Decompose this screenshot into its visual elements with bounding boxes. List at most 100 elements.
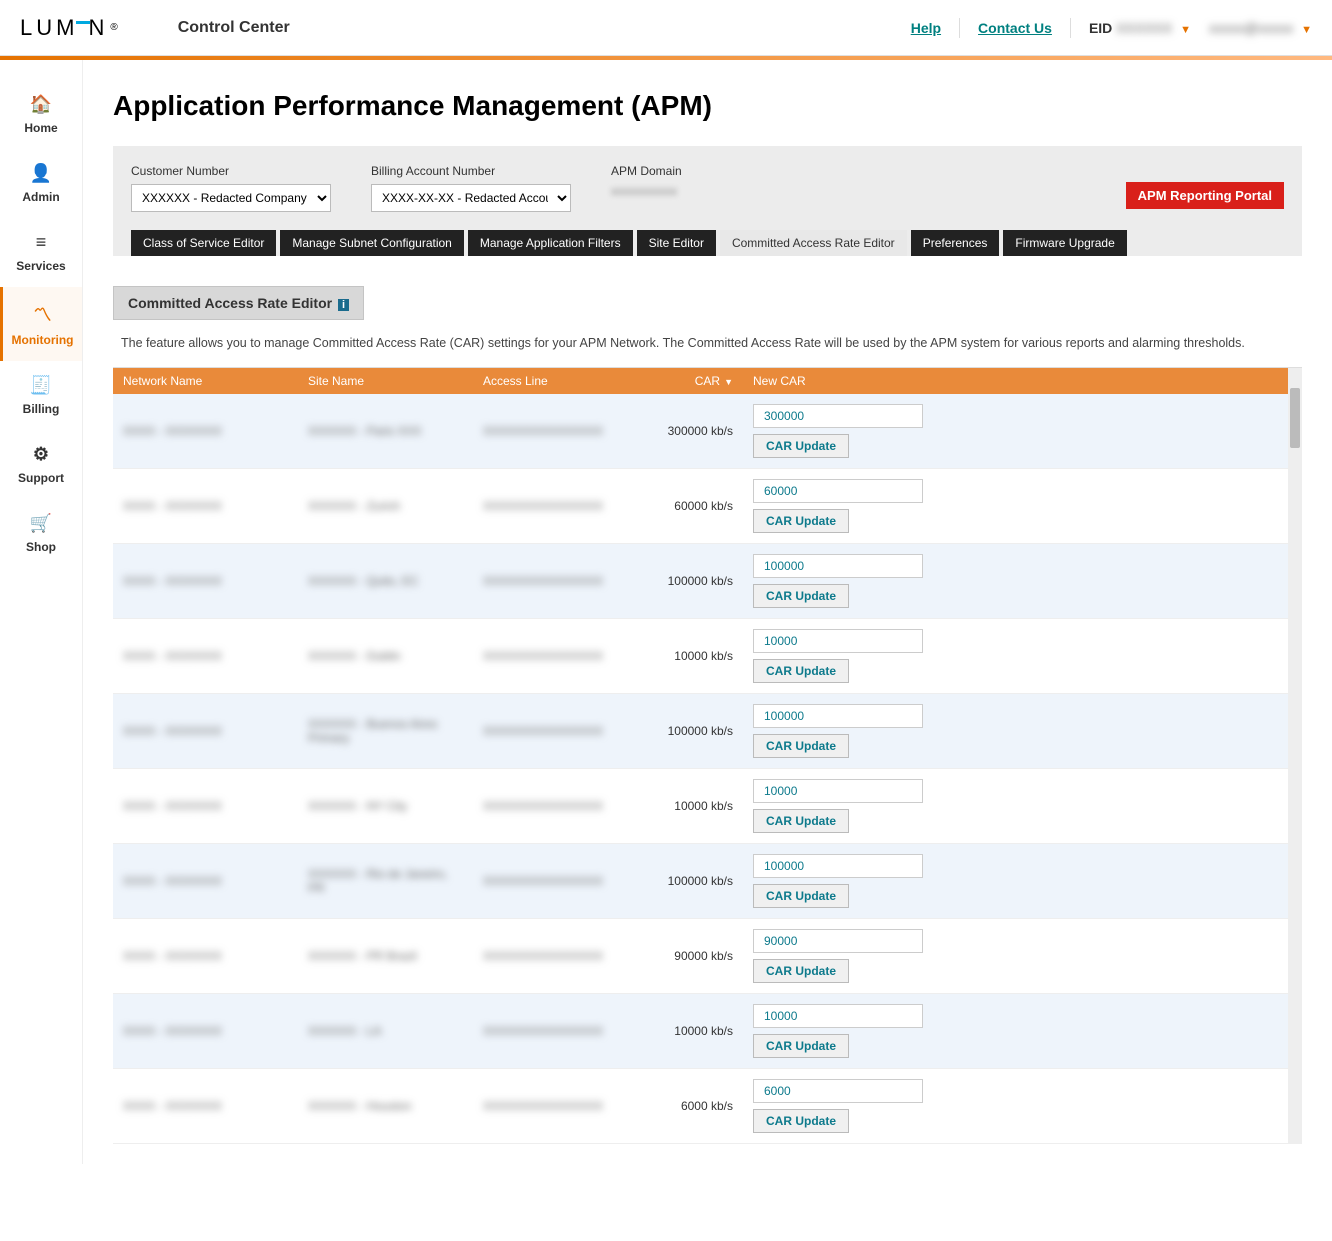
- help-link[interactable]: Help: [911, 20, 941, 36]
- tab-site-editor[interactable]: Site Editor: [637, 230, 716, 256]
- cell-access: XXXXXXXXXXXXXXX: [473, 618, 643, 693]
- col-header-network[interactable]: Network Name: [113, 368, 298, 394]
- sidebar-item-label: Shop: [26, 540, 56, 554]
- sidebar-item-label: Services: [16, 259, 65, 273]
- cell-network: XXXX - XXXXXXX: [113, 768, 298, 843]
- car-update-button[interactable]: CAR Update: [753, 734, 849, 758]
- section-header: Committed Access Rate Editor i: [113, 286, 364, 320]
- table-row: XXXX - XXXXXXXXXXXXX - HoustonXXXXXXXXXX…: [113, 1068, 1302, 1143]
- scrollbar-thumb[interactable]: [1290, 388, 1300, 448]
- scrollbar[interactable]: [1288, 368, 1302, 1144]
- car-update-button[interactable]: CAR Update: [753, 434, 849, 458]
- chevron-down-icon[interactable]: ▼: [1180, 24, 1191, 36]
- car-update-button[interactable]: CAR Update: [753, 809, 849, 833]
- tab-preferences[interactable]: Preferences: [911, 230, 1000, 256]
- tab-manage-subnet-configuration[interactable]: Manage Subnet Configuration: [280, 230, 463, 256]
- new-car-input[interactable]: [753, 1079, 923, 1103]
- apm-domain-value: xxxxxxxxxxx: [611, 184, 682, 198]
- cell-site: XXXXXX - Quito, EC: [298, 543, 473, 618]
- car-update-button[interactable]: CAR Update: [753, 1109, 849, 1133]
- cell-access: XXXXXXXXXXXXXXX: [473, 693, 643, 768]
- new-car-input[interactable]: [753, 779, 923, 803]
- cell-network: XXXX - XXXXXXX: [113, 693, 298, 768]
- sidebar-item-services[interactable]: ≡Services: [0, 218, 82, 287]
- cell-car: 6000 kb/s: [643, 1068, 743, 1143]
- user-menu[interactable]: xxxxx@xxxxx ▼: [1209, 20, 1312, 36]
- cell-access: XXXXXXXXXXXXXXX: [473, 993, 643, 1068]
- monitoring-icon: 〽: [34, 301, 52, 327]
- cell-new-car: CAR Update: [743, 618, 1302, 693]
- cell-new-car: CAR Update: [743, 693, 1302, 768]
- table-row: XXXX - XXXXXXXXXXXXX - ZurichXXXXXXXXXXX…: [113, 468, 1302, 543]
- sidebar-item-support[interactable]: ⚙Support: [0, 430, 82, 499]
- cell-network: XXXX - XXXXXXX: [113, 1068, 298, 1143]
- new-car-input[interactable]: [753, 404, 923, 428]
- car-update-button[interactable]: CAR Update: [753, 1034, 849, 1058]
- car-update-button[interactable]: CAR Update: [753, 584, 849, 608]
- new-car-input[interactable]: [753, 629, 923, 653]
- cell-new-car: CAR Update: [743, 468, 1302, 543]
- cell-network: XXXX - XXXXXXX: [113, 468, 298, 543]
- divider: [1070, 18, 1071, 38]
- cell-new-car: CAR Update: [743, 993, 1302, 1068]
- table-row: XXXX - XXXXXXXXXXXXX - Quito, ECXXXXXXXX…: [113, 543, 1302, 618]
- cell-car: 100000 kb/s: [643, 693, 743, 768]
- app-title: Control Center: [178, 19, 290, 37]
- sidebar-item-admin[interactable]: 👤Admin: [0, 149, 82, 218]
- tab-manage-application-filters[interactable]: Manage Application Filters: [468, 230, 633, 256]
- sidebar-item-label: Support: [18, 471, 64, 485]
- cell-site: XXXXXX - Buenos Aires Primary: [298, 693, 473, 768]
- car-update-button[interactable]: CAR Update: [753, 509, 849, 533]
- billing-account-select[interactable]: XXXX-XX-XX - Redacted Account: [371, 184, 571, 212]
- apm-reporting-portal-button[interactable]: APM Reporting Portal: [1126, 182, 1284, 209]
- logo: LUMN®: [20, 15, 118, 41]
- col-header-car[interactable]: CAR▼: [643, 368, 743, 394]
- section-description: The feature allows you to manage Committ…: [113, 320, 1302, 367]
- shop-icon: 🛒: [30, 513, 52, 534]
- new-car-input[interactable]: [753, 704, 923, 728]
- logo-text-1: LUM: [20, 15, 78, 41]
- cell-new-car: CAR Update: [743, 543, 1302, 618]
- cell-access: XXXXXXXXXXXXXXX: [473, 1068, 643, 1143]
- admin-icon: 👤: [30, 163, 52, 184]
- cell-new-car: CAR Update: [743, 1068, 1302, 1143]
- cell-site: XXXXXX - Dublin: [298, 618, 473, 693]
- new-car-input[interactable]: [753, 1004, 923, 1028]
- contact-link[interactable]: Contact Us: [978, 20, 1052, 36]
- tab-firmware-upgrade[interactable]: Firmware Upgrade: [1003, 230, 1126, 256]
- cell-site: XXXXXX - LA: [298, 993, 473, 1068]
- tab-committed-access-rate-editor[interactable]: Committed Access Rate Editor: [720, 230, 907, 256]
- sidebar-item-billing[interactable]: 🧾Billing: [0, 361, 82, 430]
- eid-group[interactable]: EID XXXXXX ▼: [1089, 20, 1191, 36]
- car-table: Network Name Site Name Access Line CAR▼ …: [113, 368, 1302, 1144]
- sidebar: 🏠Home👤Admin≡Services〽Monitoring🧾Billing⚙…: [0, 60, 83, 1164]
- table-row: XXXX - XXXXXXXXXXXXX - PR BrazilXXXXXXXX…: [113, 918, 1302, 993]
- col-header-newcar[interactable]: New CAR: [743, 368, 1302, 394]
- cell-car: 90000 kb/s: [643, 918, 743, 993]
- new-car-input[interactable]: [753, 854, 923, 878]
- sidebar-item-home[interactable]: 🏠Home: [0, 80, 82, 149]
- car-update-button[interactable]: CAR Update: [753, 959, 849, 983]
- cell-site: XXXXXX - Rio de Janeiro, PR: [298, 843, 473, 918]
- cell-new-car: CAR Update: [743, 768, 1302, 843]
- new-car-input[interactable]: [753, 479, 923, 503]
- table-row: XXXX - XXXXXXXXXXXXX - Paris XXXXXXXXXXX…: [113, 394, 1302, 469]
- new-car-input[interactable]: [753, 929, 923, 953]
- eid-label: EID: [1089, 20, 1112, 36]
- cell-site: XXXXXX - NY City: [298, 768, 473, 843]
- info-icon[interactable]: i: [338, 299, 349, 311]
- sidebar-item-shop[interactable]: 🛒 Shop: [0, 499, 82, 568]
- car-update-button[interactable]: CAR Update: [753, 884, 849, 908]
- tab-class-of-service-editor[interactable]: Class of Service Editor: [131, 230, 276, 256]
- logo-trademark: ®: [110, 22, 117, 33]
- car-update-button[interactable]: CAR Update: [753, 659, 849, 683]
- filter-panel: Customer Number XXXXXX - Redacted Compan…: [113, 146, 1302, 256]
- chevron-down-icon[interactable]: ▼: [1301, 24, 1312, 36]
- col-header-site[interactable]: Site Name: [298, 368, 473, 394]
- billing-icon: 🧾: [30, 375, 52, 396]
- customer-number-select[interactable]: XXXXXX - Redacted Company Name: [131, 184, 331, 212]
- customer-number-label: Customer Number: [131, 164, 331, 178]
- col-header-access[interactable]: Access Line: [473, 368, 643, 394]
- new-car-input[interactable]: [753, 554, 923, 578]
- sidebar-item-monitoring[interactable]: 〽Monitoring: [0, 287, 82, 361]
